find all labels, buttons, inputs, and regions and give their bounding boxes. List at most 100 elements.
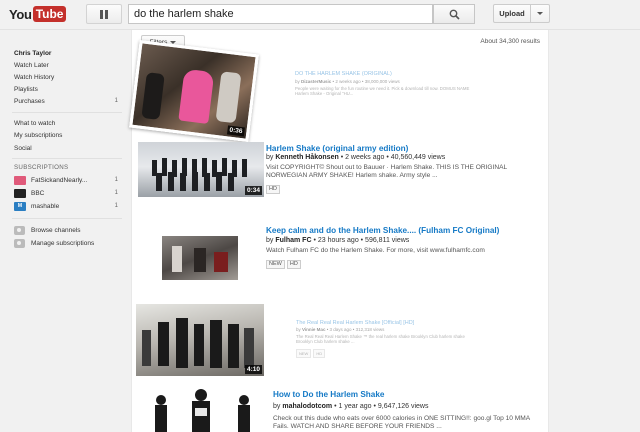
sidebar-item-watch-history[interactable]: Watch History [14, 71, 118, 83]
sidebar-item-label: BBC [31, 189, 45, 197]
sidebar-item-count: 1 [114, 98, 118, 104]
video-description: The Real Real Real Harlem Shake ™ the re… [296, 334, 465, 345]
upload-menu-button[interactable] [531, 4, 550, 23]
video-meta: by Fulham FC • 23 hours ago • 596,811 vi… [266, 237, 410, 244]
sidebar-item-label: Browse channels [31, 226, 81, 234]
video-duration: 4:10 [244, 365, 262, 374]
video-description: Watch Fulham FC do the Harlem Shake. For… [266, 247, 485, 254]
channel-name[interactable]: Kenneth Håkonsen [275, 154, 338, 161]
masthead: You Tube do the harlem shake Upload [0, 0, 640, 30]
video-title[interactable]: The Real Real Real Harlem Shake [Officia… [296, 320, 414, 326]
pause-icon [100, 9, 103, 19]
thumbnail-figure [172, 246, 182, 272]
thumbnail-figure [194, 248, 206, 272]
sidebar-user-name[interactable]: Chris Taylor [14, 47, 118, 59]
video-title[interactable]: How to Do the Harlem Shake [273, 390, 384, 399]
chevron-down-icon [537, 12, 543, 15]
video-meta: by mahalodotcom • 1 year ago • 9,647,126… [273, 403, 429, 410]
video-title[interactable]: DO THE HARLEM SHAKE (ORIGINAL) [295, 71, 392, 77]
search-results: Filters About 34,300 results 0:36 DO THE… [129, 30, 549, 432]
search-button[interactable] [433, 4, 475, 24]
video-meta: by Vinnie Mac • 3 days ago • 312,318 vie… [296, 327, 385, 332]
video-stats: • 2 weeks ago • 38,000,000 views [331, 79, 400, 84]
sidebar-item-watch-later[interactable]: Watch Later [14, 59, 118, 71]
bbc-logo-icon [14, 188, 26, 198]
sidebar-item-playlists[interactable]: Playlists [14, 83, 118, 95]
sidebar-item-label: Playlists [14, 85, 38, 93]
video-thumbnail[interactable] [162, 236, 238, 280]
subscription-item-mashable[interactable]: M mashable 1 [14, 200, 118, 212]
sidebar-divider [12, 158, 122, 159]
channel-name[interactable]: mahalodotcom [282, 403, 332, 410]
sidebar-item-purchases[interactable]: Purchases 1 [14, 95, 118, 107]
gear-icon [14, 238, 25, 248]
video-thumbnail[interactable] [142, 388, 264, 432]
sidebar-item-count: 1 [114, 203, 118, 209]
sidebar-item-what-to-watch[interactable]: What to watch [14, 117, 118, 129]
video-meta: by Kenneth Håkonsen • 2 weeks ago • 40,5… [266, 154, 446, 161]
browse-channels-link[interactable]: Browse channels [14, 224, 118, 236]
sidebar-item-social[interactable]: Social [14, 142, 118, 154]
subscription-item-fatsick[interactable]: FatSickandNearly... 1 [14, 174, 118, 186]
guide-toggle-button[interactable] [86, 4, 122, 24]
video-duration: 0:36 [226, 125, 245, 137]
thumbnail-figure [214, 252, 228, 272]
sidebar-item-label: Watch Later [14, 61, 49, 69]
channel-name[interactable]: Vinnie Mac [302, 327, 325, 332]
video-thumbnail[interactable]: 4:10 [136, 304, 264, 376]
sidebar-item-label: Watch History [14, 73, 55, 81]
sidebar-divider [12, 218, 122, 219]
video-description: Check out this dude who eats over 6000 c… [273, 415, 530, 430]
channel-name[interactable]: Fulham FC [275, 237, 311, 244]
sidebar-item-label: FatSickandNearly... [31, 176, 88, 184]
channel-name[interactable]: DizasterMusic [301, 79, 331, 84]
sidebar-item-label: Social [14, 144, 32, 152]
hd-badge: HD [286, 260, 301, 269]
sidebar-item-label: What to watch [14, 119, 56, 127]
video-stats: • 3 days ago • 312,318 views [325, 327, 385, 332]
video-duration: 0:34 [244, 186, 262, 195]
sidebar-item-label: Manage subscriptions [31, 239, 95, 247]
badge-row: NEW HD [296, 348, 327, 358]
hd-badge: HD [266, 185, 280, 194]
channel-avatar-icon [14, 175, 26, 185]
search-icon [449, 9, 460, 20]
video-stats: • 1 year ago • 9,647,126 views [332, 403, 429, 410]
logo-you: You [9, 6, 32, 22]
sidebar-item-label: Purchases [14, 97, 45, 105]
results-count: About 34,300 results [480, 38, 540, 45]
thumbnail-figure [215, 71, 242, 124]
subscription-item-bbc[interactable]: BBC 1 [14, 187, 118, 199]
thumbnail-figure [178, 68, 215, 124]
upload-button[interactable]: Upload [493, 4, 531, 23]
mashable-logo-icon: M [14, 201, 26, 211]
person-dancing-image [155, 389, 250, 432]
browse-channels-icon [14, 225, 25, 235]
manage-subscriptions-link[interactable]: Manage subscriptions [14, 237, 118, 249]
video-stats: • 23 hours ago • 596,811 views [311, 237, 410, 244]
sidebar-divider [12, 112, 122, 113]
sidebar-item-my-subscriptions[interactable]: My subscriptions [14, 129, 118, 141]
sidebar-item-count: 1 [114, 190, 118, 196]
logo-tube: Tube [32, 6, 67, 22]
video-stats: • 2 weeks ago • 40,560,449 views [338, 154, 446, 161]
video-title[interactable]: Harlem Shake (original army edition) [266, 144, 408, 153]
video-thumbnail[interactable]: 0:34 [138, 142, 264, 197]
video-description: People were waiting for the fun routine … [295, 86, 470, 97]
search-input[interactable]: do the harlem shake [128, 4, 433, 24]
sidebar-item-count: 1 [114, 177, 118, 183]
video-thumbnail[interactable]: 0:36 [129, 40, 259, 142]
badge-row: NEW HD [266, 258, 303, 269]
sidebar-item-label: mashable [31, 202, 60, 210]
new-badge: NEW [266, 260, 285, 269]
video-title[interactable]: Keep calm and do the Harlem Shake.... (F… [266, 226, 499, 235]
user-name-label: Chris Taylor [14, 49, 52, 57]
thumbnail-figure [141, 72, 165, 120]
pause-icon-bar [105, 9, 108, 19]
sidebar-item-label: My subscriptions [14, 131, 63, 139]
new-badge: NEW [296, 349, 312, 358]
video-meta: by DizasterMusic • 2 weeks ago • 38,000,… [295, 79, 400, 84]
hd-badge: HD [313, 349, 326, 358]
video-description: Visit COPYRIGHT© Shout out to Bauuer · H… [266, 164, 507, 179]
youtube-logo[interactable]: You Tube [9, 5, 67, 23]
